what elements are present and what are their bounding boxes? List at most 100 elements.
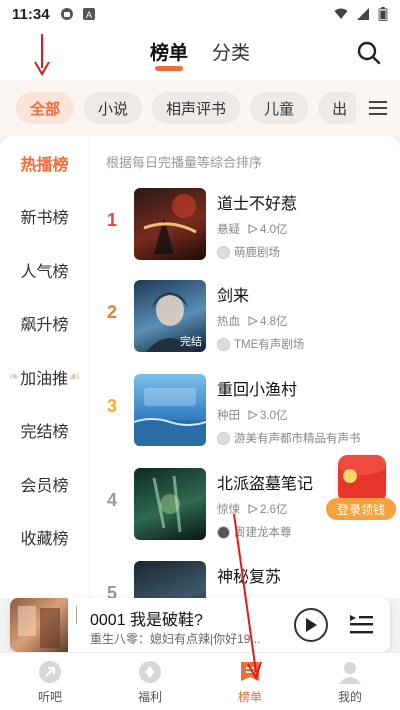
- book-genre: 悬疑: [217, 224, 240, 236]
- rank-subtitle: 根据每日完播量等综合排序: [106, 155, 263, 170]
- play-count-icon: [248, 504, 258, 514]
- player-book-subtitle: 重生八零：媳妇有点辣|你好19...: [90, 632, 261, 646]
- tab-categories[interactable]: 分类: [212, 38, 250, 71]
- book-title: 重回小渔村: [217, 382, 298, 399]
- playlist-icon[interactable]: [348, 611, 374, 637]
- play-count-value: 3.0亿: [260, 410, 288, 422]
- status-bar: 11:34 A: [0, 0, 400, 28]
- wifi-icon: [334, 8, 348, 19]
- publisher-avatar: [217, 337, 230, 351]
- listen-icon: [39, 660, 61, 683]
- publisher: 周建龙本尊: [217, 524, 397, 540]
- menu-icon: [369, 101, 387, 115]
- book-genre: 种田: [217, 410, 240, 422]
- play-count: 3.0亿: [248, 407, 288, 423]
- play-count-value: 4.8亿: [260, 316, 288, 328]
- category-chip-novel[interactable]: 小说: [84, 92, 143, 124]
- play-icon: [306, 618, 317, 632]
- cover-art-icon: [143, 194, 197, 254]
- play-count-icon: [248, 224, 258, 234]
- book-info: 剑来 热血 4.8亿 TME有声剧场: [217, 282, 397, 352]
- tab-rankings[interactable]: 榜单: [150, 38, 188, 71]
- sidebar-item-favorites[interactable]: 收藏榜: [0, 511, 89, 565]
- battery-icon: [378, 7, 388, 21]
- book-info: 神秘复苏: [217, 563, 397, 594]
- sidebar-item-hot[interactable]: 热播榜: [0, 136, 89, 190]
- rank-number: 1: [106, 210, 117, 230]
- bottom-nav: 听吧 福利 榜单 我的: [0, 652, 400, 710]
- book-cover[interactable]: [134, 188, 206, 260]
- sidebar-item-cheer-label: 加油推: [20, 370, 69, 388]
- nav-item-listen[interactable]: 听吧: [0, 653, 100, 710]
- sidebar-item-rising[interactable]: 飙升榜: [0, 297, 89, 351]
- login-reward-button[interactable]: 登录领钱: [326, 455, 396, 521]
- welfare-icon: [139, 660, 161, 683]
- book-genre: 惊悚: [217, 504, 240, 516]
- coin-icon: [343, 469, 357, 483]
- sidebar-item-cheer[interactable]: ❧ 加油推 ☙: [0, 350, 89, 404]
- category-chip-more[interactable]: 出: [318, 92, 362, 124]
- book-genre: 热血: [217, 316, 240, 328]
- rank-item[interactable]: 2 完结 剑来 热血 4.8亿 TME有声剧场: [90, 280, 400, 356]
- player-cover[interactable]: [10, 598, 68, 652]
- publisher-name: 萌鹿剧场: [234, 247, 280, 259]
- category-chip-children[interactable]: 儿童: [250, 92, 309, 124]
- sidebar-item-vip[interactable]: 会员榜: [0, 457, 89, 511]
- rank-number: 5: [106, 583, 117, 598]
- a-notification-icon: A: [82, 8, 95, 20]
- player-episode-title: 0001 我是破鞋?: [90, 612, 203, 629]
- svg-text:A: A: [86, 10, 92, 20]
- top-tabs: 榜单 分类: [150, 38, 250, 71]
- rank-number: 2: [106, 302, 117, 322]
- rank-number: 3: [106, 396, 117, 416]
- publisher: 萌鹿剧场: [217, 244, 397, 260]
- publisher: 游美有声都市精品有声书: [217, 430, 397, 446]
- publisher: TME有声剧场: [217, 336, 397, 352]
- category-chip-crosstalk[interactable]: 相声评书: [152, 92, 241, 124]
- laurel-right-icon: ☙: [68, 368, 81, 385]
- book-meta: 热血 4.8亿: [217, 313, 397, 329]
- sidebar-item-new[interactable]: 新书榜: [0, 190, 89, 244]
- player-play-button[interactable]: [294, 608, 328, 642]
- sidebar-item-popular[interactable]: 人气榜: [0, 243, 89, 297]
- sidebar-item-finished[interactable]: 完结榜: [0, 404, 89, 458]
- top-header: 榜单 分类: [0, 28, 400, 80]
- profile-icon: [339, 661, 361, 684]
- nav-label-welfare: 福利: [137, 689, 162, 704]
- main-content: 热播榜 新书榜 人气榜 飙升榜 ❧ 加油推 ☙ 完结榜 会员榜 收藏榜 根据每日…: [0, 136, 400, 598]
- play-count-icon: [248, 316, 258, 326]
- play-count: 4.0亿: [248, 221, 288, 237]
- play-count: 4.8亿: [248, 313, 288, 329]
- category-menu-button[interactable]: [356, 80, 400, 136]
- search-icon[interactable]: [356, 40, 382, 66]
- book-cover[interactable]: 完结: [134, 280, 206, 352]
- cover-tag-finished: 完结: [180, 336, 202, 348]
- player-divider: [76, 606, 84, 624]
- rank-item[interactable]: 1 道士不好惹 悬疑 4.0亿 萌鹿剧场: [90, 188, 400, 264]
- rank-item[interactable]: 5 神秘复苏: [90, 561, 400, 598]
- publisher-name: 游美有声都市精品有声书: [234, 433, 361, 445]
- nav-label-rankings: 榜单: [237, 689, 262, 704]
- book-title: 道士不好惹: [217, 196, 298, 213]
- cover-art-icon: [134, 388, 206, 446]
- publisher-avatar: [217, 431, 230, 445]
- book-title: 神秘复苏: [217, 569, 282, 586]
- rank-list: 根据每日完播量等综合排序 1 道士不好惹 悬疑 4.0亿 萌鹿剧场 2 完结 剑…: [90, 136, 400, 598]
- nav-item-welfare[interactable]: 福利: [100, 653, 200, 710]
- laurel-left-icon: ❧: [8, 368, 21, 385]
- play-count: 2.6亿: [248, 501, 288, 517]
- category-chip-all[interactable]: 全部: [16, 92, 75, 124]
- book-cover[interactable]: [134, 468, 206, 540]
- play-count-value: 2.6亿: [260, 504, 288, 516]
- book-cover[interactable]: [134, 374, 206, 446]
- play-count-icon: [248, 410, 258, 420]
- mini-player[interactable]: 0001 我是破鞋? 重生八零：媳妇有点辣|你好19...: [10, 598, 390, 652]
- player-cover-art-icon: [18, 606, 60, 648]
- nav-item-rankings[interactable]: 榜单: [200, 653, 300, 710]
- nav-item-mine[interactable]: 我的: [300, 653, 400, 710]
- book-cover[interactable]: [134, 561, 206, 598]
- nav-label-listen: 听吧: [37, 689, 62, 704]
- book-info: 道士不好惹 悬疑 4.0亿 萌鹿剧场: [217, 190, 397, 260]
- rankings-icon: [241, 661, 259, 681]
- rank-item[interactable]: 3 重回小渔村 种田 3.0亿 游美有声都市精品有声书: [90, 374, 400, 450]
